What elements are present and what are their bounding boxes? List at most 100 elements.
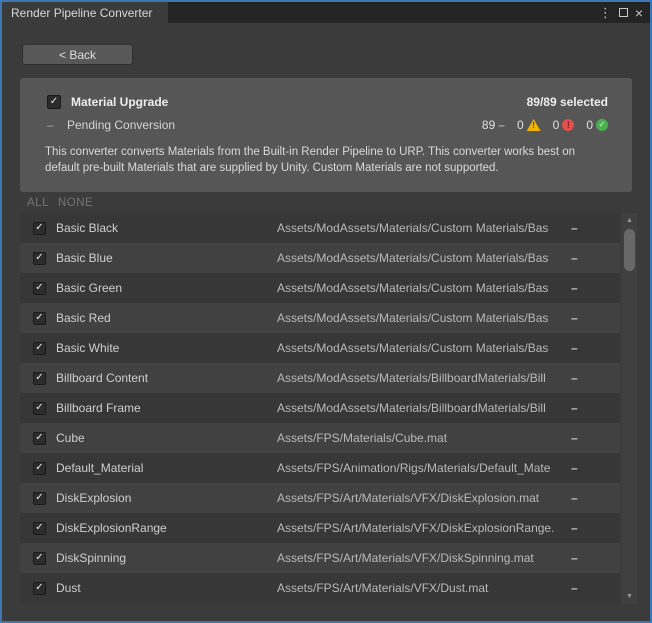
vertical-scrollbar[interactable]: ▲ ▼ [622,213,637,604]
table-row[interactable]: ✓ DiskExplosionRange Assets/FPS/Art/Mate… [20,513,620,543]
success-count: 0 [586,118,593,132]
material-name: Basic White [56,341,119,355]
material-path: Assets/ModAssets/Materials/BillboardMate… [277,371,565,385]
check-icon: ✓ [35,343,43,353]
check-icon: ✓ [35,493,43,503]
check-icon: ✓ [35,523,43,533]
row-checkbox[interactable]: ✓ [33,402,46,415]
material-path: Assets/FPS/Animation/Rigs/Materials/Defa… [277,461,565,475]
title-bar: Render Pipeline Converter ⋮ × [2,2,650,23]
check-icon: ✓ [35,313,43,323]
table-row[interactable]: ✓ Basic Red Assets/ModAssets/Materials/C… [20,303,620,333]
row-status-dash: – [571,521,578,535]
row-status-dash: – [571,461,578,475]
row-checkbox[interactable]: ✓ [33,432,46,445]
material-name: Dust [56,581,81,595]
close-icon[interactable]: × [635,6,643,20]
table-row[interactable]: ✓ Cube Assets/FPS/Materials/Cube.mat – [20,423,620,453]
material-name: Basic Green [56,281,122,295]
table-row[interactable]: ✓ DiskExplosion Assets/FPS/Art/Materials… [20,483,620,513]
success-check-mark: ✓ [599,121,606,129]
pending-conversion-label: Pending Conversion [67,118,175,132]
material-name: DiskSpinning [56,551,126,565]
material-name: Default_Material [56,461,143,475]
converter-checkbox[interactable]: ✓ [47,95,61,109]
row-checkbox[interactable]: ✓ [33,372,46,385]
warning-count: 0 [517,118,524,132]
row-checkbox[interactable]: ✓ [33,582,46,595]
check-icon: ✓ [35,253,43,263]
success-icon: ✓ [596,119,608,131]
material-path: Assets/FPS/Art/Materials/VFX/DiskExplosi… [277,521,565,535]
material-path: Assets/ModAssets/Materials/Custom Materi… [277,311,565,325]
table-row[interactable]: ✓ Default_Material Assets/FPS/Animation/… [20,453,620,483]
row-checkbox[interactable]: ✓ [33,222,46,235]
check-icon: ✓ [35,553,43,563]
error-count: 0 [553,118,560,132]
material-path: Assets/ModAssets/Materials/Custom Materi… [277,221,565,235]
row-checkbox[interactable]: ✓ [33,342,46,355]
menu-kebab-icon[interactable]: ⋮ [599,6,612,19]
material-name: DiskExplosionRange [56,521,167,535]
check-icon: ✓ [35,283,43,293]
table-row[interactable]: ✓ Dust Assets/FPS/Art/Materials/VFX/Dust… [20,573,620,603]
check-icon: ✓ [35,223,43,233]
error-count-group: 0 ! [553,118,575,132]
row-status-dash: – [571,581,578,595]
select-none-button[interactable]: NONE [58,197,93,209]
check-icon: ✓ [35,433,43,443]
back-button[interactable]: < Back [22,44,133,65]
check-icon: ✓ [35,583,43,593]
warning-count-group: 0 ! [517,118,541,132]
row-status-dash: – [571,281,578,295]
converter-description: This converter converts Materials from t… [45,144,611,176]
check-icon: ✓ [35,403,43,413]
row-checkbox[interactable]: ✓ [33,522,46,535]
back-button-label: < Back [59,48,96,62]
material-path: Assets/FPS/Art/Materials/VFX/Dust.mat [277,581,565,595]
scroll-down-icon[interactable]: ▼ [622,590,637,603]
table-row[interactable]: ✓ Basic White Assets/ModAssets/Materials… [20,333,620,363]
row-checkbox[interactable]: ✓ [33,462,46,475]
material-path: Assets/ModAssets/Materials/Custom Materi… [277,281,565,295]
warning-mark: ! [532,122,535,131]
material-path: Assets/FPS/Art/Materials/VFX/DiskExplosi… [277,491,565,505]
selected-count: 89/89 selected [527,95,608,109]
row-status-dash: – [571,341,578,355]
row-checkbox[interactable]: ✓ [33,282,46,295]
select-all-button[interactable]: ALL [27,197,49,209]
status-counts: 89 – 0 ! 0 ! 0 ✓ [474,118,608,132]
material-name: Basic Red [56,311,111,325]
pending-count-group: 89 – [482,118,505,132]
pending-conversion-row[interactable]: – Pending Conversion 89 – 0 ! 0 ! 0 ✓ [47,116,608,134]
converter-title: Material Upgrade [71,95,168,109]
scrollbar-thumb[interactable] [624,229,635,271]
row-status-dash: – [571,251,578,265]
row-checkbox[interactable]: ✓ [33,312,46,325]
table-row[interactable]: ✓ DiskSpinning Assets/FPS/Art/Materials/… [20,543,620,573]
material-path: Assets/ModAssets/Materials/Custom Materi… [277,341,565,355]
table-row[interactable]: ✓ Billboard Content Assets/ModAssets/Mat… [20,363,620,393]
material-path: Assets/ModAssets/Materials/Custom Materi… [277,251,565,265]
table-row[interactable]: ✓ Basic Blue Assets/ModAssets/Materials/… [20,243,620,273]
table-row[interactable]: ✓ Billboard Frame Assets/ModAssets/Mater… [20,393,620,423]
material-name: Billboard Content [56,371,148,385]
material-path: Assets/ModAssets/Materials/BillboardMate… [277,401,565,415]
row-status-dash: – [571,491,578,505]
table-row[interactable]: ✓ Basic Green Assets/ModAssets/Materials… [20,273,620,303]
row-checkbox[interactable]: ✓ [33,492,46,505]
converter-summary-panel: ✓ Material Upgrade 89/89 selected – Pend… [20,78,632,192]
pending-count: 89 [482,118,495,132]
row-status-dash: – [571,221,578,235]
row-checkbox[interactable]: ✓ [33,252,46,265]
render-pipeline-converter-window: Render Pipeline Converter ⋮ × < Back ✓ M… [0,0,652,623]
table-row[interactable]: ✓ Basic Black Assets/ModAssets/Materials… [20,213,620,243]
window-tab[interactable]: Render Pipeline Converter [2,2,168,23]
maximize-icon[interactable] [619,8,628,17]
scroll-up-icon[interactable]: ▲ [622,214,637,227]
window-controls: ⋮ × [599,2,650,23]
row-checkbox[interactable]: ✓ [33,552,46,565]
material-path: Assets/FPS/Art/Materials/VFX/DiskSpinnin… [277,551,565,565]
material-path: Assets/FPS/Materials/Cube.mat [277,431,565,445]
material-name: DiskExplosion [56,491,131,505]
